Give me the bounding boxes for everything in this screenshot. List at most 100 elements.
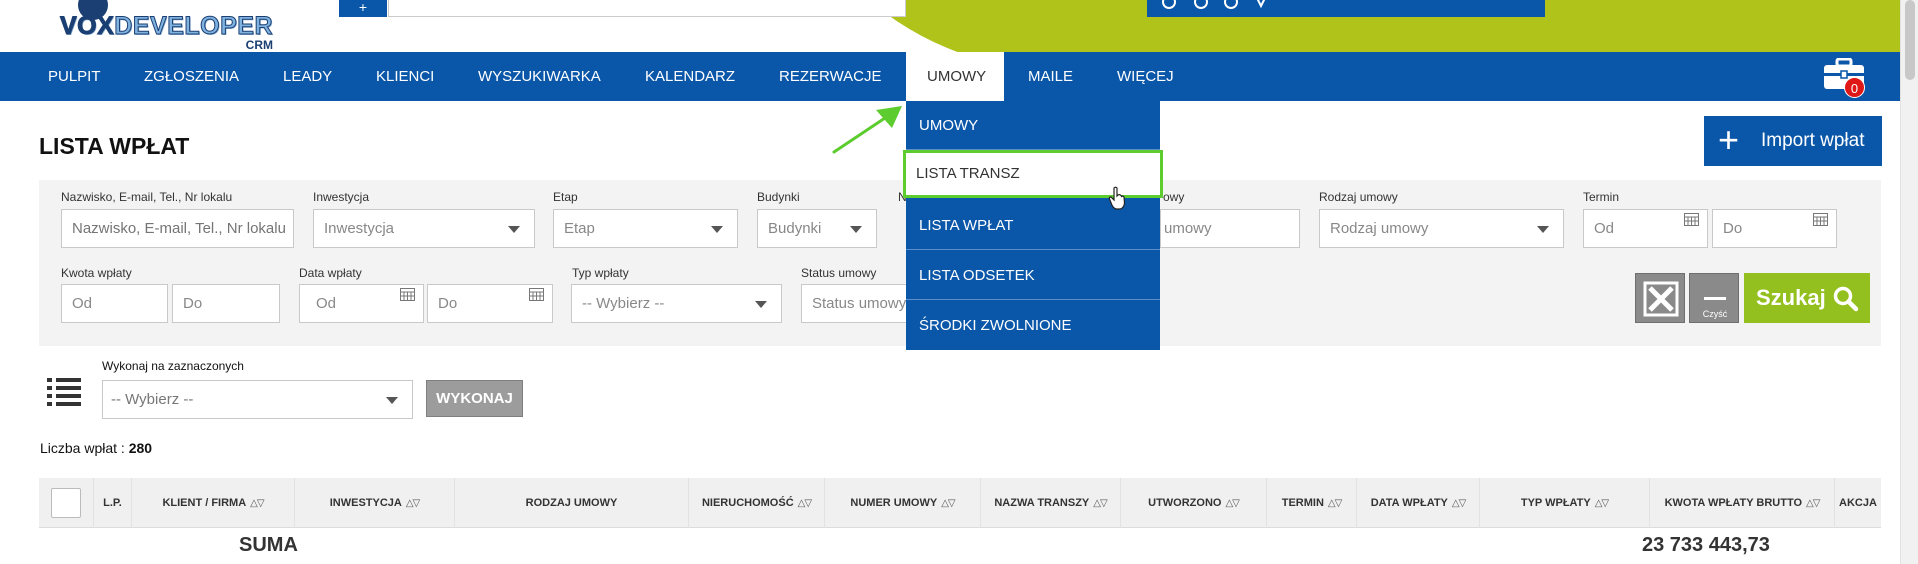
- clear-filters-button[interactable]: Czyść: [1689, 273, 1739, 323]
- nav-item-pulpit[interactable]: PULPIT: [48, 52, 101, 101]
- term-label: Termin: [1583, 190, 1620, 204]
- calendar-icon[interactable]: [1684, 213, 1699, 226]
- sort-icon[interactable]: △▽: [1806, 498, 1820, 509]
- bulk-action-label: Wykonaj na zaznaczonych: [102, 359, 244, 373]
- scrollbar-thumb[interactable]: [1905, 0, 1915, 80]
- col-header-created[interactable]: UTWORZONO △▽: [1121, 478, 1267, 528]
- col-header-contract-number-label: NUMER UMOWY: [850, 497, 938, 509]
- col-header-contract-number[interactable]: NUMER UMOWY △▽: [825, 478, 981, 528]
- nav-item-klienci[interactable]: KLIENCI: [376, 52, 434, 101]
- col-header-gross-amount[interactable]: KWOTA WPŁATY BRUTTO △▽: [1650, 478, 1835, 528]
- term-to-value: Do: [1723, 220, 1743, 237]
- nav-item-kalendarz[interactable]: KALENDARZ: [645, 52, 735, 101]
- payments-count-value: 280: [128, 440, 153, 456]
- sort-icon[interactable]: △▽: [406, 498, 420, 509]
- search-label: Nazwisko, E-mail, Tel., Nr lokalu: [61, 190, 233, 204]
- top-header: VOXDEVELOPER CRM +: [0, 0, 1918, 52]
- contract-number-input[interactable]: umowy: [1160, 209, 1300, 248]
- page: VOXDEVELOPER CRM + PULPIT ZGŁOSZENIA LEA…: [0, 0, 1918, 564]
- payment-type-select[interactable]: -- Wybierz --: [571, 284, 782, 323]
- col-header-payment-type-label: TYP WPŁATY: [1520, 497, 1591, 509]
- amount-from-input[interactable]: Od: [61, 284, 168, 323]
- stage-label: Etap: [553, 190, 578, 204]
- search-button[interactable]: Szukaj: [1744, 273, 1870, 323]
- export-excel-button[interactable]: [1635, 273, 1685, 323]
- sort-icon[interactable]: △▽: [250, 498, 264, 509]
- page-scrollbar[interactable]: [1900, 0, 1918, 564]
- logo-text-developer: DEVELOPER: [114, 12, 273, 41]
- investment-select[interactable]: Inwestycja: [313, 209, 535, 248]
- col-header-investment-label: INWESTYCJA: [329, 497, 402, 509]
- menu-item-umowy[interactable]: UMOWY: [906, 101, 1160, 150]
- import-payments-button[interactable]: + Import wpłat: [1704, 116, 1882, 166]
- buildings-label: Budynki: [757, 190, 800, 204]
- col-header-payment-date[interactable]: DATA WPŁATY △▽: [1357, 478, 1480, 528]
- term-to-input[interactable]: Do: [1712, 209, 1837, 248]
- toolbar-icons[interactable]: [1161, 0, 1281, 10]
- calendar-icon[interactable]: [1813, 213, 1828, 226]
- col-header-payment-date-label: DATA WPŁATY: [1370, 497, 1448, 509]
- col-header-payment-type[interactable]: TYP WPŁATY △▽: [1480, 478, 1650, 528]
- bulk-action-select[interactable]: -- Wybierz --: [102, 380, 413, 419]
- sort-icon[interactable]: △▽: [1225, 498, 1239, 509]
- menu-item-lista-odsetek[interactable]: LISTA ODSETEK: [906, 251, 1160, 300]
- sort-icon[interactable]: △▽: [1328, 498, 1342, 509]
- col-header-property-label: NIERUCHOMOŚĆ: [701, 497, 794, 509]
- payment-date-from-value: Od: [316, 295, 337, 312]
- stage-select[interactable]: Etap: [553, 209, 738, 248]
- sort-icon[interactable]: △▽: [941, 498, 955, 509]
- buildings-select[interactable]: Budynki: [757, 209, 877, 248]
- top-search-button[interactable]: +: [339, 0, 387, 17]
- nav-item-zgloszenia[interactable]: ZGŁOSZENIA: [144, 52, 239, 101]
- chevron-down-icon: [850, 226, 862, 233]
- annotation-arrow-icon: [832, 106, 902, 154]
- search-input[interactable]: [61, 209, 294, 248]
- top-search-input[interactable]: [388, 0, 906, 17]
- menu-item-srodki-zwolnione[interactable]: ŚRODKI ZWOLNIONE: [906, 301, 1160, 350]
- nav-item-umowy[interactable]: UMOWY: [906, 52, 1004, 101]
- payment-date-to-value: Do: [438, 295, 458, 312]
- col-header-tranche-name[interactable]: NAZWA TRANSZY △▽: [981, 478, 1121, 528]
- sum-row: SUMA 23 733 443,73: [39, 530, 1881, 564]
- col-header-term[interactable]: TERMIN △▽: [1267, 478, 1357, 528]
- nav-item-rezerwacje[interactable]: REZERWACJE: [779, 52, 882, 101]
- col-header-action: AKCJA: [1835, 478, 1881, 528]
- investment-label: Inwestycja: [313, 190, 370, 204]
- hand-cursor-icon: [1108, 186, 1126, 210]
- calendar-icon[interactable]: [529, 288, 544, 301]
- chevron-down-icon: [1537, 226, 1549, 233]
- col-header-term-label: TERMIN: [1281, 497, 1324, 509]
- sort-icon[interactable]: △▽: [1595, 498, 1609, 509]
- sort-icon[interactable]: △▽: [1093, 498, 1107, 509]
- sum-label: SUMA: [239, 534, 298, 556]
- contract-status-label: Status umowy: [801, 266, 877, 280]
- contract-type-select[interactable]: Rodzaj umowy: [1319, 209, 1564, 248]
- calendar-icon[interactable]: [400, 288, 415, 301]
- chevron-down-icon: [755, 301, 767, 308]
- sum-value: 23 733 443,73: [1642, 534, 1770, 556]
- list-view-icon[interactable]: [47, 377, 81, 407]
- amount-to-input[interactable]: Do: [172, 284, 280, 323]
- col-header-client[interactable]: KLIENT / FIRMA △▽: [132, 478, 295, 528]
- nav-item-maile[interactable]: MAILE: [1028, 52, 1073, 101]
- nav-item-wiecej[interactable]: WIĘCEJ: [1117, 52, 1174, 101]
- nav-item-leady[interactable]: LEADY: [283, 52, 332, 101]
- sort-icon[interactable]: △▽: [1452, 498, 1466, 509]
- logo[interactable]: VOXDEVELOPER CRM: [59, 0, 273, 52]
- col-header-investment[interactable]: INWESTYCJA △▽: [295, 478, 455, 528]
- select-all-checkbox[interactable]: [51, 488, 81, 518]
- term-from-input[interactable]: Od: [1583, 209, 1708, 248]
- excel-icon: [1643, 281, 1679, 317]
- sort-icon[interactable]: △▽: [798, 498, 812, 509]
- col-header-property[interactable]: NIERUCHOMOŚĆ △▽: [689, 478, 825, 528]
- page-title: LISTA WPŁAT: [39, 133, 190, 159]
- payment-date-to-input[interactable]: Do: [427, 284, 553, 323]
- payment-type-select-value: -- Wybierz --: [582, 295, 665, 312]
- contract-status-select[interactable]: Status umowy: [801, 284, 911, 323]
- nav-item-wyszukiwarka[interactable]: WYSZUKIWARKA: [478, 52, 601, 101]
- execute-button[interactable]: WYKONAJ: [426, 380, 523, 417]
- col-header-contract-type-label: RODZAJ UMOWY: [525, 497, 618, 509]
- investment-select-value: Inwestycja: [324, 220, 395, 237]
- top-toolbar[interactable]: [1147, 0, 1545, 17]
- payment-date-from-input[interactable]: Od: [299, 284, 424, 323]
